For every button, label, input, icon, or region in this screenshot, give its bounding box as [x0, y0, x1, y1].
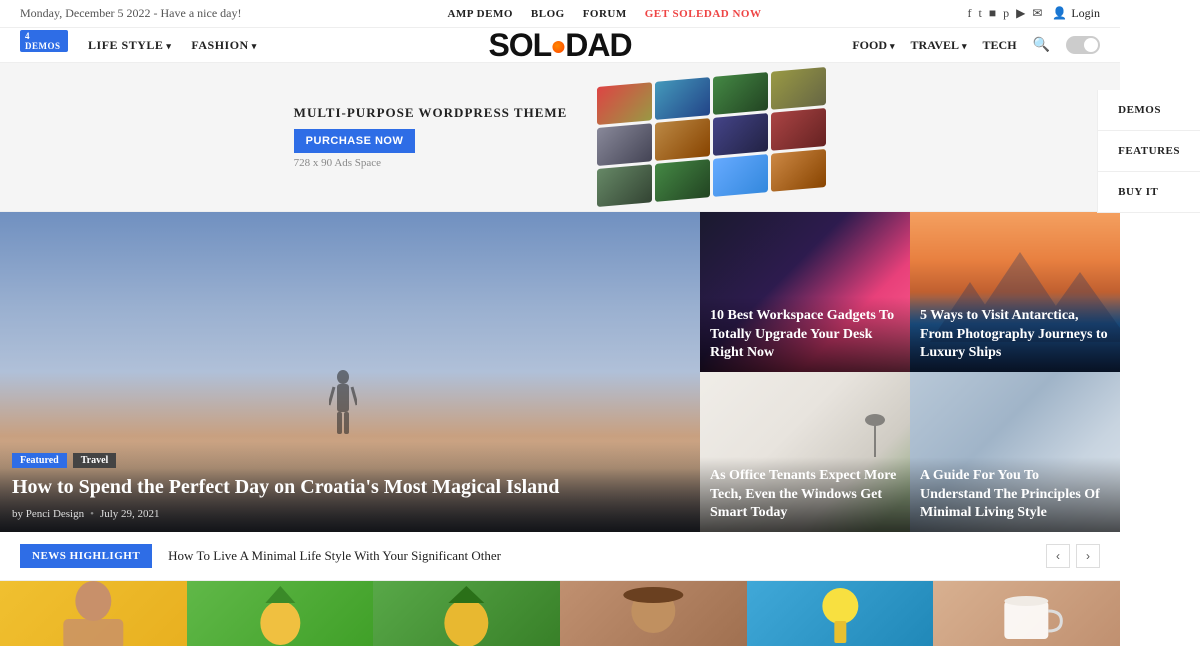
strip-img-3	[373, 581, 560, 646]
nav-travel-label: TRAVEL	[911, 38, 959, 53]
travel-chevron-icon	[962, 38, 967, 53]
strip-img-5	[747, 581, 934, 646]
hero-author: by Penci Design	[12, 508, 84, 520]
logo-circle-icon	[552, 41, 564, 53]
strip-item-1[interactable]	[0, 581, 187, 646]
instagram-icon[interactable]: ■	[989, 6, 996, 21]
person-silhouette	[329, 367, 357, 442]
strip-img-4	[560, 581, 747, 646]
ad-text: MULTI-PURPOSE WORDPRESS THEME PURCHASE N…	[294, 105, 568, 169]
side-panel-buyit[interactable]: BUY IT	[1098, 172, 1200, 213]
nav-food[interactable]: FOOD	[852, 38, 894, 53]
strip-img-1	[0, 581, 187, 646]
amp-demo-link[interactable]: AMP DEMO	[447, 8, 512, 20]
user-icon: 👤	[1052, 6, 1067, 21]
nav-home[interactable]: 4 DEMOS HOME	[20, 38, 68, 53]
lifestyle-chevron-icon	[166, 38, 171, 53]
nav-lifestyle[interactable]: LIFE STYLE	[88, 38, 171, 53]
strip-item-6[interactable]	[933, 581, 1120, 646]
search-button[interactable]: 🔍	[1033, 37, 1050, 54]
meta-dot: •	[90, 508, 94, 520]
social-icons: f t ■ p ▶ ✉	[967, 6, 1042, 21]
news-badge: NEWS HIGHLIGHT	[20, 544, 152, 568]
top-bar: Monday, December 5 2022 - Have a nice da…	[0, 0, 1120, 28]
hero-date: July 29, 2021	[100, 508, 160, 520]
nav-fashion[interactable]: FASHION	[191, 38, 256, 53]
hero-main-title: How to Spend the Perfect Day on Croatia'…	[12, 474, 688, 500]
office-card-title: As Office Tenants Expect More Tech, Even…	[710, 467, 900, 522]
youtube-icon[interactable]: ▶	[1016, 6, 1025, 21]
nav-travel[interactable]: TRAVEL	[911, 38, 967, 53]
nav-tech[interactable]: TECH	[983, 38, 1017, 53]
hero-card-office[interactable]: As Office Tenants Expect More Tech, Even…	[700, 372, 910, 532]
strip-img-2	[187, 581, 374, 646]
news-headline: How To Live A Minimal Life Style With Yo…	[168, 548, 1030, 564]
nav-tech-label: TECH	[983, 38, 1017, 53]
lamp-icon	[860, 382, 890, 462]
login-label: Login	[1071, 6, 1100, 21]
news-navigation: ‹ ›	[1046, 544, 1100, 568]
bottom-thumbnail-strip	[0, 581, 1120, 646]
strip-item-3[interactable]	[373, 581, 560, 646]
ad-banner: MULTI-PURPOSE WORDPRESS THEME PURCHASE N…	[0, 63, 1120, 212]
hero-main-tags: Featured Travel	[12, 453, 688, 468]
hero-main-overlay: Featured Travel How to Spend the Perfect…	[0, 441, 700, 532]
side-panel-features[interactable]: FEATURES	[1098, 131, 1200, 172]
ad-title: MULTI-PURPOSE WORDPRESS THEME	[294, 105, 568, 121]
food-chevron-icon	[890, 38, 895, 53]
dark-mode-toggle[interactable]	[1066, 36, 1100, 54]
strip-img-6	[933, 581, 1120, 646]
top-nav-links: AMP DEMO BLOG FORUM GET SOLEDAD NOW	[447, 8, 761, 20]
featured-tag: Featured	[12, 453, 67, 468]
hero-main-meta: by Penci Design • July 29, 2021	[12, 508, 688, 520]
nav-right: FOOD TRAVEL TECH 🔍	[852, 36, 1100, 54]
fashion-chevron-icon	[252, 38, 257, 53]
date-display: Monday, December 5 2022 - Have a nice da…	[20, 6, 241, 21]
purchase-button[interactable]: PURCHASE NOW	[294, 129, 416, 153]
get-soledad-link[interactable]: GET SOLEDAD NOW	[645, 8, 762, 20]
hero-grid: Featured Travel How to Spend the Perfect…	[0, 212, 1120, 532]
strip-item-4[interactable]	[560, 581, 747, 646]
top-right-actions: f t ■ p ▶ ✉ 👤 Login	[967, 6, 1100, 21]
hero-main-card[interactable]: Featured Travel How to Spend the Perfect…	[0, 212, 700, 532]
nav-lifestyle-label: LIFE STYLE	[88, 38, 163, 53]
pinterest-icon[interactable]: p	[1003, 6, 1009, 21]
home-badge: 4 DEMOS	[20, 30, 68, 52]
ad-image-grid	[597, 67, 826, 207]
tech-card-title: 10 Best Workspace Gadgets To Totally Upg…	[710, 307, 900, 362]
strip-item-2[interactable]	[187, 581, 374, 646]
ad-size-label: 728 x 90 Ads Space	[294, 157, 568, 169]
nav-fashion-label: FASHION	[191, 38, 248, 53]
side-panel: DEMOS FEATURES BUY IT	[1097, 90, 1200, 213]
site-logo[interactable]: SOLDAD	[488, 27, 631, 64]
news-next-button[interactable]: ›	[1076, 544, 1100, 568]
travel-tag: Travel	[73, 453, 117, 468]
login-button[interactable]: 👤 Login	[1052, 6, 1100, 21]
hero-card-antarctica[interactable]: 5 Ways to Visit Antarctica, From Photogr…	[910, 212, 1120, 372]
news-bar: NEWS HIGHLIGHT How To Live A Minimal Lif…	[0, 532, 1120, 581]
main-nav: 4 DEMOS HOME LIFE STYLE FASHION SOLDAD F…	[0, 28, 1120, 63]
side-panel-demos[interactable]: DEMOS	[1098, 90, 1200, 131]
strip-item-5[interactable]	[747, 581, 934, 646]
minimal-card-title: A Guide For You To Understand The Princi…	[920, 467, 1110, 522]
email-icon[interactable]: ✉	[1032, 6, 1042, 21]
forum-link[interactable]: FORUM	[583, 8, 627, 20]
hero-card-tech[interactable]: 10 Best Workspace Gadgets To Totally Upg…	[700, 212, 910, 372]
hero-card-minimal[interactable]: A Guide For You To Understand The Princi…	[910, 372, 1120, 532]
antarctica-card-title: 5 Ways to Visit Antarctica, From Photogr…	[920, 307, 1110, 362]
blog-link[interactable]: BLOG	[531, 8, 565, 20]
facebook-icon[interactable]: f	[967, 6, 971, 21]
nav-left: 4 DEMOS HOME LIFE STYLE FASHION	[20, 38, 257, 53]
news-prev-button[interactable]: ‹	[1046, 544, 1070, 568]
nav-food-label: FOOD	[852, 38, 887, 53]
twitter-icon[interactable]: t	[978, 6, 981, 21]
toggle-thumb	[1084, 38, 1098, 52]
